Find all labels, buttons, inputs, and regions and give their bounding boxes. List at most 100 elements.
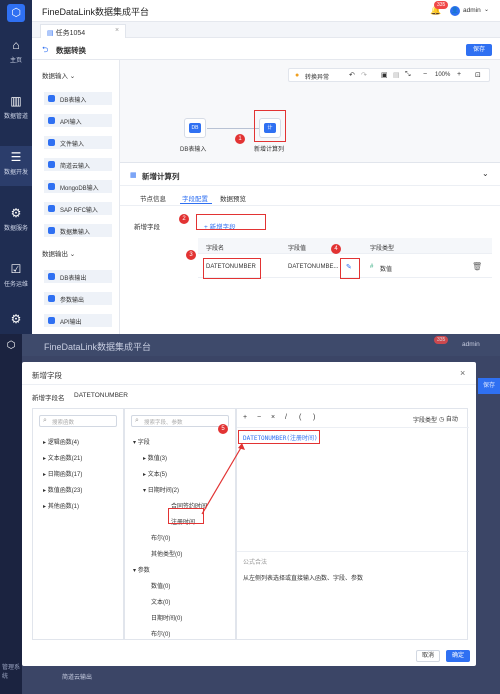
marker-1: 1 [235,134,245,144]
highlight-box-4 [340,258,360,279]
src-mongo-input[interactable]: MongoDB输入 [44,180,112,193]
fit-icon[interactable]: ⊡ [475,71,481,79]
src-sap-input[interactable]: SAP RFC输入 [44,202,112,215]
field-name-label: 新增字段名 [32,395,65,402]
highlight-box-6 [168,508,204,524]
gear-icon: ⚙ [10,312,22,326]
back-icon[interactable]: ⮌ [42,44,48,58]
field-name-input[interactable]: DATETONUMBER [74,392,128,399]
copy-icon[interactable]: ▣ [381,71,388,79]
auto-type-select[interactable]: ◷ 自动 [439,414,458,423]
op-divide[interactable]: / [285,414,287,421]
search-function-input[interactable]: ⌕ 搜索函数 [39,415,117,427]
exception-label[interactable]: 转换异常 [305,72,329,81]
op-minus[interactable]: − [257,414,261,421]
nav-service[interactable]: ⚙ 数据服务 [0,202,32,242]
out-db-output[interactable]: DB表输出 [44,270,112,283]
ops-icon: ☑ [10,262,22,276]
nav-pipeline[interactable]: ▥ 数据管道 [0,90,32,130]
close-icon[interactable]: × [115,27,119,34]
op-right-paren[interactable]: ) [313,414,315,421]
marker-5: 5 [218,424,228,434]
paste-icon[interactable]: ▤ [393,71,400,79]
tree-param-bool[interactable]: 布尔(0) [151,629,170,638]
zoom-out-icon[interactable]: − [423,71,427,78]
formula-status: 公式合法 [243,560,268,566]
out-api-output[interactable]: API输出 [44,314,112,327]
jdy-icon [48,161,55,168]
nav-dev[interactable]: ☰ 数据开发 [0,146,32,186]
tab-data-preview[interactable]: 数据预览 [220,193,246,203]
op-multiply[interactable]: × [271,414,275,421]
tree-param-text[interactable]: 文本(0) [151,597,170,606]
tree-text-func[interactable]: ▸ 文本函数(21) [43,453,82,462]
tree-field-datetime[interactable]: ▾ 日期时间(2) [143,485,179,494]
op-left-paren[interactable]: ( [299,414,301,421]
field-type-cell[interactable]: 数值 [380,264,392,273]
tree-field-number[interactable]: ▸ 数值(3) [143,453,167,462]
tree-date-func[interactable]: ▸ 日期函数(17) [43,469,82,478]
new-field-dialog: 新增字段 × 新增字段名 DATETONUMBER ⌕ 搜索函数 ▸ 逻辑函数(… [22,362,476,666]
dev-icon: ☰ [10,150,22,164]
tab-field-config[interactable]: 字段配置 [182,193,208,203]
tree-other-func[interactable]: ▸ 其他函数(1) [43,501,79,510]
jdy-output-hint: 简道云输出 [62,675,93,681]
src-api-input[interactable]: API输入 [44,114,112,127]
confirm-button[interactable]: 确定 [446,650,470,662]
tree-field-other[interactable]: 其他类型(0) [151,549,182,558]
app-logo-icon: ⬡ [6,340,16,351]
dataset-icon [48,227,55,234]
out-param-output[interactable]: 参数输出 [44,292,112,305]
tree-field-bool[interactable]: 布尔(0) [151,533,170,542]
cancel-button[interactable]: 取消 [416,650,440,662]
app-title: FineDataLink数据集成平台 [42,7,150,17]
tree-number-func[interactable]: ▸ 数值函数(23) [43,485,82,494]
tree-logic-func[interactable]: ▸ 逻辑函数(4) [43,437,79,446]
src-file-input[interactable]: 文件输入 [44,136,112,149]
output-group-title[interactable]: 数据输出 ⌄ [42,248,75,258]
param-icon [48,295,55,302]
trash-icon[interactable]: 🗑 [472,262,482,271]
page-header: ⮌ 数据转换 保存 [32,38,500,60]
op-plus[interactable]: + [243,414,247,421]
props-title: 新增计算列 [142,172,180,181]
src-db-input[interactable]: DB表输入 [44,92,112,105]
pipeline-icon: ▥ [10,94,22,108]
api-icon [48,117,55,124]
avatar[interactable]: 👤 [450,6,460,16]
warning-icon: ● [295,72,300,79]
tab-task[interactable]: ▤ 任务1054 × [40,24,126,38]
src-dataset-input[interactable]: 数据集输入 [44,224,112,237]
page-title: 数据转换 [56,46,86,55]
tree-field-text[interactable]: ▸ 文本(5) [143,469,167,478]
zoom-in-icon[interactable]: + [457,71,461,78]
chevron-down-icon[interactable]: ⌄ [484,6,489,13]
save-button[interactable]: 保存 [466,44,492,56]
nav-settings[interactable]: ⚙ [0,308,32,332]
search-field-input[interactable]: ⌕ 搜索字段、参数 [131,415,229,427]
tree-param[interactable]: ▾ 参数 [133,565,150,574]
highlight-box-2 [196,214,266,230]
chevron-down-icon[interactable]: ⌄ [482,169,489,178]
redo-icon[interactable]: ↷ [361,71,367,79]
user-name[interactable]: admin [463,7,481,14]
input-group-title[interactable]: 数据输入 ⌄ [42,70,75,80]
tab-node-info[interactable]: 节点信息 [140,193,166,203]
highlight-box-1 [254,110,286,142]
db-icon [48,273,55,280]
node-db-input[interactable]: DB [184,118,206,138]
highlight-box-5 [238,430,320,444]
tree-param-datetime[interactable]: 日期时间(0) [151,613,182,622]
undo-icon[interactable]: ↶ [349,71,355,79]
layout-icon[interactable]: ⤡ [405,71,411,79]
nav-home[interactable]: ⌂ 主页 [0,34,32,74]
nav-admin-label[interactable]: 管理系统 [2,662,22,680]
src-jdy-input[interactable]: 简道云输入 [44,158,112,171]
side-nav-dimmed: ⬡ 管理系统 [0,334,22,694]
close-icon[interactable]: × [460,368,465,378]
tree-field[interactable]: ▾ 字段 [133,437,150,446]
app-logo-icon: ⬡ [7,4,25,22]
nav-ops[interactable]: ☑ 任务运维 [0,258,32,298]
tree-param-number[interactable]: 数值(0) [151,581,170,590]
save-button-dimmed: 保存 [478,378,500,394]
